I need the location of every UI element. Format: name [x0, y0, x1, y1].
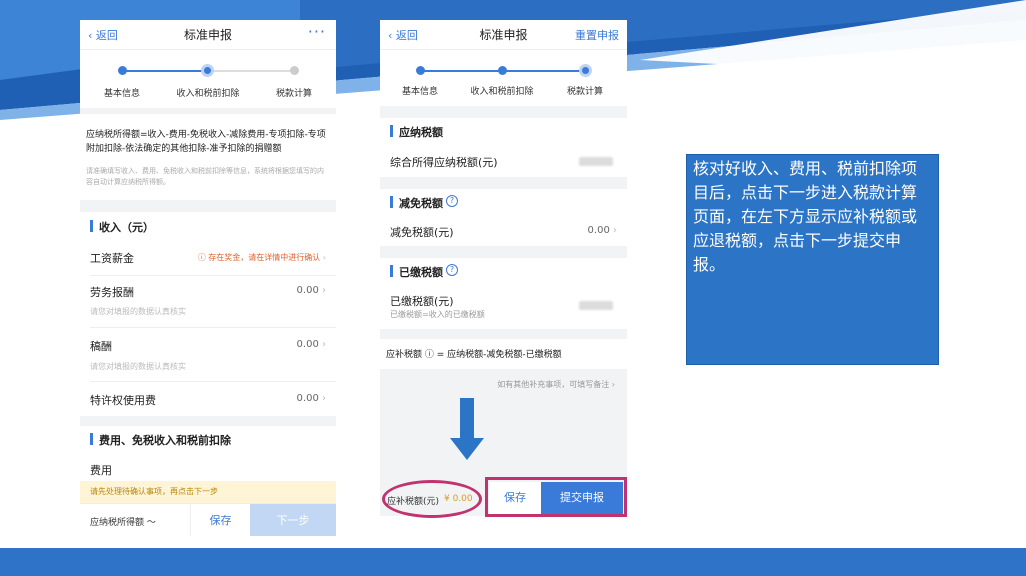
- section-bar: [90, 433, 93, 445]
- supplement-tax-label: 应补税额(元): [387, 497, 440, 507]
- formula-note: 请准确填写收入、费用、免税收入和税前扣除等信息，系统将根据您填写的内容自动计算应…: [86, 167, 324, 186]
- supplement-formula: 应补税额 ⓘ = 应纳税额-减免税额-已缴税额: [386, 350, 562, 360]
- step-dot-1: [118, 66, 127, 75]
- step-dot-2: [498, 66, 507, 75]
- next-button[interactable]: 下一步: [250, 504, 336, 536]
- row-value: 0.00 ›: [296, 393, 326, 404]
- section-header-paid: 已缴税额 ?: [380, 258, 627, 284]
- step-line-done: [122, 70, 208, 72]
- section-title: 应纳税额: [399, 126, 443, 139]
- income-row-royalty[interactable]: 稿酬 0.00 › 请您对填报的数据认真核实: [80, 328, 336, 382]
- phone-screen-income: ‹ 返回 标准申报 ··· 基本信息 收入和税前扣除 税款计算 应纳税所得额=收…: [80, 20, 336, 536]
- chevron-right-icon: ›: [322, 285, 326, 296]
- row-hint: 请您对填报的数据认真核实: [90, 307, 186, 316]
- section-header-reduction: 减免税额 ?: [380, 189, 627, 215]
- income-row-franchise[interactable]: 特许权使用费 0.00 ›: [80, 382, 336, 416]
- step-dot-3: [579, 64, 592, 77]
- reset-declaration-button[interactable]: 重置申报: [575, 27, 619, 43]
- divider: [380, 177, 627, 189]
- bottom-bar: 应纳税所得额 ～ 保存 下一步: [80, 503, 336, 536]
- paid-row[interactable]: 已缴税额(元) 已缴税额=收入的已缴税额: [380, 285, 627, 329]
- step-dot-1: [416, 66, 425, 75]
- save-button[interactable]: 保存: [190, 504, 250, 536]
- step-label-1: 基本信息: [103, 89, 141, 99]
- notice-text: 请先处理待确认事项，再点击下一步: [90, 487, 218, 496]
- warning-icon: ⓘ: [197, 253, 206, 262]
- taxable-income-toggle[interactable]: 应纳税所得额 ～: [90, 515, 156, 528]
- row-label: 费用: [90, 464, 112, 477]
- slide: ‹ 返回 标准申报 ··· 基本信息 收入和税前扣除 税款计算 应纳税所得额=收…: [0, 0, 1026, 576]
- remark-link[interactable]: 如有其他补充事项，可填写备注 ›: [497, 379, 615, 390]
- save-button[interactable]: 保存: [489, 482, 541, 514]
- row-label: 劳务报酬: [90, 286, 134, 299]
- row-label: 已缴税额(元): [390, 295, 454, 308]
- row-label: 综合所得应纳税额(元): [390, 156, 498, 169]
- step-label-2: 收入和税前扣除: [470, 87, 534, 97]
- phone-screen-tax-calc: ‹ 返回 标准申报 重置申报 基本信息 收入和税前扣除 税款计算 应纳税额 综合…: [380, 20, 627, 516]
- step-dot-3: [290, 66, 299, 75]
- page-title: 标准申报: [183, 28, 232, 42]
- row-label: 稿酬: [90, 340, 112, 353]
- section-bar: [390, 265, 393, 277]
- step-label-2: 收入和税前扣除: [176, 89, 240, 99]
- section-bar: [90, 220, 93, 232]
- submit-declaration-button[interactable]: 提交申报: [541, 482, 623, 514]
- step-indicator: 基本信息 收入和税前扣除 税款计算: [80, 50, 336, 108]
- row-hint: 已缴税额=收入的已缴税额: [390, 310, 485, 319]
- help-icon[interactable]: ?: [446, 195, 458, 207]
- chevron-right-icon: ›: [322, 253, 326, 262]
- blurred-value: [579, 301, 613, 310]
- step-dot-2: [201, 64, 214, 77]
- income-row-labor[interactable]: 劳务报酬 0.00 › 请您对填报的数据认真核实: [80, 276, 336, 328]
- row-label: 工资薪金: [90, 252, 134, 265]
- income-row-salary[interactable]: 工资薪金 ⓘ 存在奖金，请在详情中进行确认 ›: [80, 242, 336, 276]
- row-value: 0.00 ›: [296, 339, 326, 350]
- section-title: 已缴税额: [399, 266, 443, 279]
- step-indicator: 基本信息 收入和税前扣除 税款计算: [380, 50, 627, 108]
- divider: [80, 200, 336, 212]
- divider: [380, 329, 627, 339]
- section-title: 费用、免税收入和税前扣除: [99, 434, 231, 447]
- divider: [80, 416, 336, 426]
- nav-bar: ‹ 返回 标准申报 ···: [80, 20, 336, 50]
- divider: [380, 106, 627, 118]
- row-value: 0.00 ›: [587, 225, 617, 236]
- section-header-deduction: 费用、免税收入和税前扣除: [80, 426, 336, 452]
- divider: [380, 246, 627, 258]
- supplement-formula-row: 应补税额 ⓘ = 应纳税额-减免税额-已缴税额: [380, 339, 627, 369]
- warning-text: ⓘ 存在奖金，请在详情中进行确认 ›: [197, 253, 326, 262]
- down-arrow-icon: [450, 398, 484, 460]
- row-label: 减免税额(元): [390, 226, 454, 239]
- section-bar: [390, 196, 393, 208]
- supplement-tax-value: ¥ 0.00: [444, 494, 473, 504]
- section-header-income: 收入（元）: [80, 213, 336, 239]
- step-label-3: 税款计算: [566, 87, 604, 97]
- blurred-value: [579, 157, 613, 166]
- chevron-right-icon: ›: [322, 339, 326, 350]
- step-label-3: 税款计算: [275, 89, 313, 99]
- section-bar: [390, 125, 393, 137]
- chevron-right-icon: ›: [613, 225, 617, 236]
- help-icon[interactable]: ?: [446, 264, 458, 276]
- chevron-right-icon: ›: [322, 393, 326, 404]
- step-line-todo: [208, 70, 294, 72]
- section-title: 减免税额: [399, 197, 443, 210]
- footer-band: [0, 548, 1026, 576]
- row-label: 特许权使用费: [90, 394, 156, 407]
- more-icon[interactable]: ···: [308, 22, 326, 41]
- reduction-row[interactable]: 减免税额(元) 0.00 ›: [380, 216, 627, 246]
- step-label-1: 基本信息: [401, 87, 439, 97]
- row-hint: 请您对填报的数据认真核实: [90, 362, 186, 371]
- row-value: 0.00 ›: [296, 285, 326, 296]
- chevron-right-icon: ›: [611, 380, 615, 389]
- notice-bar: 请先处理待确认事项，再点击下一步: [80, 481, 336, 503]
- section-title: 收入（元）: [99, 221, 154, 234]
- fee-row[interactable]: 费用: [80, 456, 336, 480]
- payable-row[interactable]: 综合所得应纳税额(元): [380, 145, 627, 177]
- section-header-payable: 应纳税额: [380, 118, 627, 144]
- formula-text: 应纳税所得额=收入-费用-免税收入-减除费用-专项扣除-专项附加扣除-依法确定的…: [86, 130, 326, 154]
- divider: [80, 108, 336, 114]
- instruction-note: 核对好收入、费用、税前扣除项目后，点击下一步进入税款计算页面，在左下方显示应补税…: [686, 154, 939, 365]
- nav-bar: ‹ 返回 标准申报 重置申报: [380, 20, 627, 50]
